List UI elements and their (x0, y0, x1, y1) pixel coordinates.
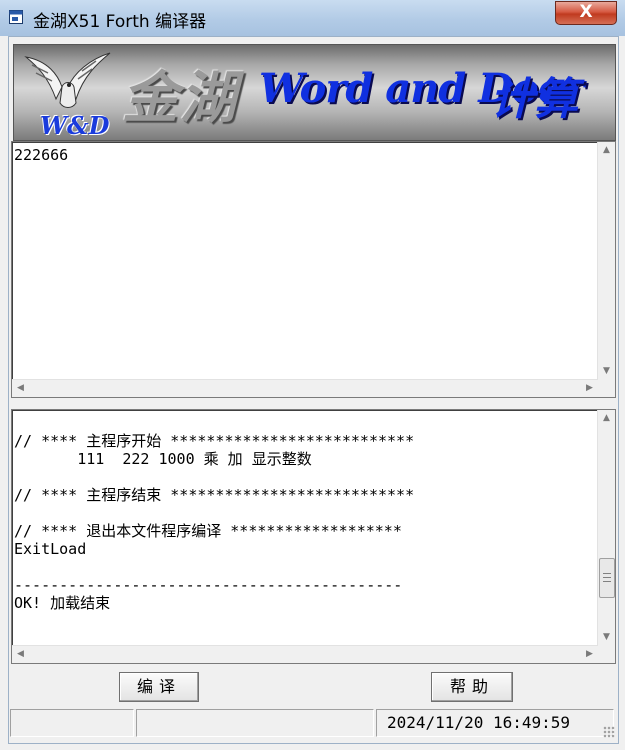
scroll-left-icon[interactable]: ◀ (12, 646, 29, 663)
output-text: 222666 (14, 146, 69, 164)
help-button[interactable]: 帮助 (431, 672, 513, 702)
chinese-suffix-text: 计算机 (490, 74, 578, 140)
source-textarea[interactable]: // **** 主程序开始 **************************… (11, 409, 616, 664)
source-vertical-scrollbar[interactable]: ▲ ▼ (597, 410, 615, 646)
scroll-right-icon[interactable]: ▶ (581, 646, 598, 663)
app-window-icon (9, 10, 23, 24)
scroll-right-icon[interactable]: ▶ (581, 380, 598, 397)
scroll-thumb[interactable] (599, 558, 615, 598)
status-panel-1 (10, 709, 134, 737)
brand-banner: W&D 金湖 Word and Door 计算机 (13, 44, 616, 141)
output-horizontal-scrollbar[interactable]: ◀ ▶ (12, 379, 598, 397)
compile-button[interactable]: 编译 (119, 672, 199, 702)
output-vertical-scrollbar[interactable]: ▲ ▼ (597, 142, 615, 380)
output-textarea[interactable]: 222666 ▲ ▼ ◀ ▶ (11, 141, 616, 398)
title-bar[interactable]: 金湖X51 Forth 编译器 X (0, 0, 625, 36)
scroll-up-icon[interactable]: ▲ (598, 410, 615, 427)
close-button[interactable]: X (555, 1, 617, 25)
scroll-down-icon[interactable]: ▼ (598, 629, 615, 646)
chinese-brand-text: 金湖 (122, 65, 238, 131)
scroll-left-icon[interactable]: ◀ (12, 380, 29, 397)
source-horizontal-scrollbar[interactable]: ◀ ▶ (12, 645, 598, 663)
source-text: // **** 主程序开始 **************************… (14, 432, 415, 612)
resize-grip-icon[interactable] (603, 726, 615, 738)
status-datetime: 2024/11/20 16:49:59 (376, 709, 614, 737)
status-bar: 2024/11/20 16:49:59 (8, 706, 617, 740)
scroll-up-icon[interactable]: ▲ (598, 142, 615, 159)
scroll-corner (598, 646, 615, 663)
scroll-down-icon[interactable]: ▼ (598, 363, 615, 380)
window-title: 金湖X51 Forth 编译器 (33, 12, 207, 32)
close-icon: X (579, 2, 593, 22)
wd-logo-text: W&D (40, 111, 110, 140)
status-panel-2 (136, 709, 374, 737)
scroll-corner (598, 380, 615, 397)
